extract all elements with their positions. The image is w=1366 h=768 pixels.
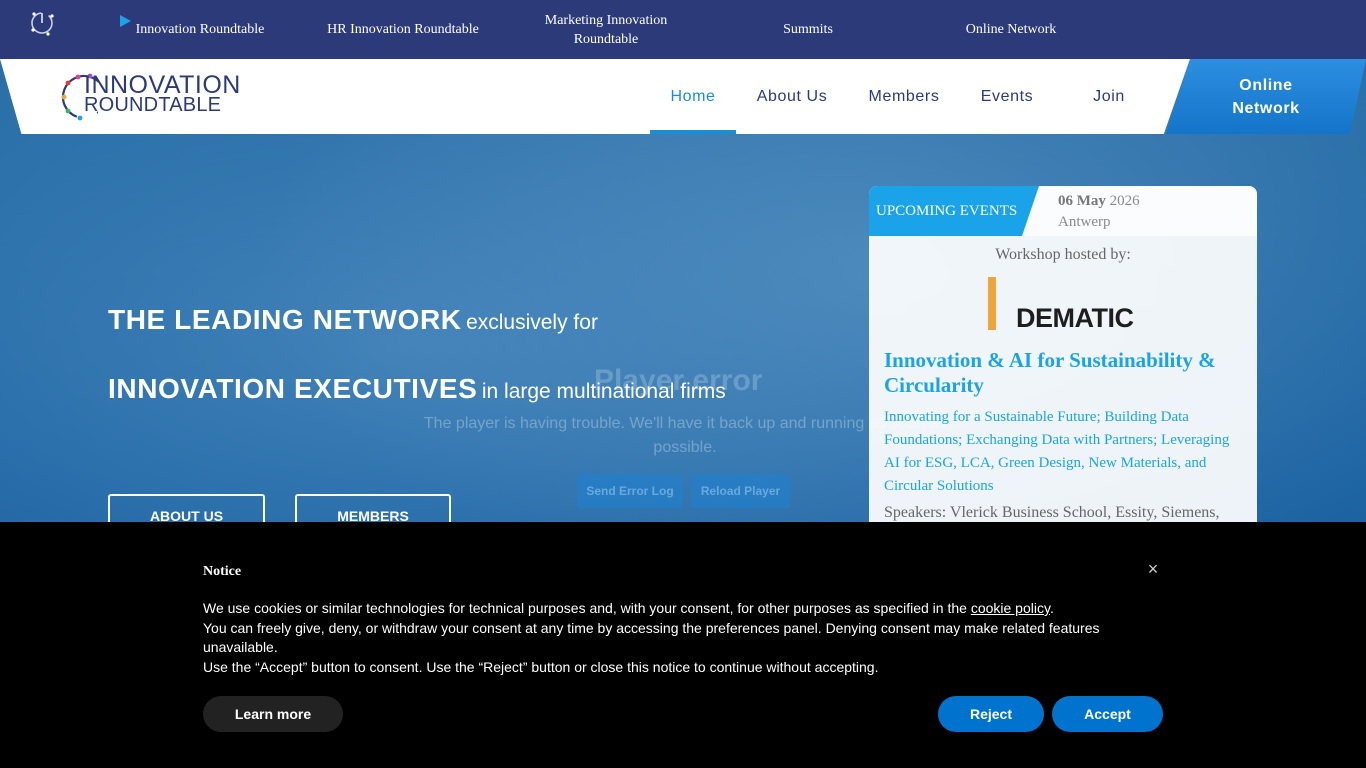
event-location: Antwerp	[1058, 214, 1111, 230]
event-date: 06 May 2026 Antwerp	[1058, 191, 1140, 233]
headline-multinational-firms: in large multinational firms	[481, 380, 726, 403]
nav-members[interactable]: Members	[858, 59, 950, 134]
online-network-line2: Network	[1232, 99, 1300, 117]
cookie-notice-text: We use cookies or similar technologies f…	[203, 599, 1133, 677]
hero-headline-line2: INNOVATION EXECUTIVES in large multinati…	[108, 373, 726, 405]
cookie-text-consent: You can freely give, deny, or withdraw y…	[203, 619, 1100, 656]
nav-home[interactable]: Home	[650, 59, 736, 134]
headline-exclusively-for: exclusively for	[466, 311, 598, 334]
cookie-notice-banner: Notice × We use cookies or similar techn…	[0, 522, 1366, 768]
nav-events[interactable]: Events	[968, 59, 1046, 134]
topbar-item-innovation-roundtable[interactable]: Innovation Roundtable	[132, 0, 268, 59]
event-description[interactable]: Innovating for a Sustainable Future; Bui…	[884, 406, 1246, 498]
site-logo[interactable]: INNOVATION ROUNDTABLE	[58, 66, 240, 126]
nav-about-us[interactable]: About Us	[746, 59, 838, 134]
network-logo-icon[interactable]	[28, 8, 56, 38]
nav-join[interactable]: Join	[1080, 59, 1138, 134]
reload-player-button[interactable]: Reload Player	[691, 474, 790, 508]
event-title[interactable]: Innovation & AI for Sustainability & Cir…	[884, 348, 1244, 398]
event-date-year: 2026	[1109, 193, 1140, 209]
nav-active-underline	[650, 130, 736, 134]
topbar-item-hr-innovation-roundtable[interactable]: HR Innovation Roundtable	[320, 0, 486, 59]
active-indicator-icon	[120, 15, 131, 27]
close-icon[interactable]: ×	[1145, 559, 1161, 579]
dematic-logo-bar	[988, 277, 996, 330]
cookie-text-period: .	[1049, 600, 1054, 616]
upcoming-events-tab: UPCOMING EVENTS	[869, 186, 1039, 236]
cookie-notice-title: Notice	[203, 564, 242, 579]
headline-innovation-executives: INNOVATION EXECUTIVES	[108, 373, 478, 404]
online-network-button[interactable]: Online Network	[1166, 59, 1366, 134]
event-speakers: Speakers: Vlerick Business School, Essit…	[884, 504, 1220, 521]
reject-button[interactable]: Reject	[938, 696, 1044, 732]
logo-word-roundtable: ROUNDTABLE	[84, 94, 222, 116]
topbar-item-summits[interactable]: Summits	[770, 0, 846, 59]
dematic-logo: DEMATIC	[1016, 303, 1134, 333]
topbar-item-online-network[interactable]: Online Network	[958, 0, 1064, 59]
accept-button[interactable]: Accept	[1052, 696, 1163, 732]
send-error-log-button[interactable]: Send Error Log	[577, 474, 683, 508]
workshop-hosted-by: Workshop hosted by:	[995, 246, 1131, 263]
top-network-bar: Innovation Roundtable HR Innovation Roun…	[0, 0, 1366, 59]
hero-headline-line1: THE LEADING NETWORK exclusively for	[108, 304, 598, 336]
upcoming-events-card[interactable]: UPCOMING EVENTS 06 May 2026 Antwerp Work…	[869, 186, 1257, 546]
headline-leading-network: THE LEADING NETWORK	[108, 304, 462, 335]
event-date-day: 06 May	[1058, 193, 1106, 209]
topbar-item-marketing-innovation-roundtable[interactable]: Marketing Innovation Roundtable	[530, 0, 682, 59]
cookie-text-intro: We use cookies or similar technologies f…	[203, 600, 971, 616]
online-network-line1: Online	[1239, 76, 1293, 94]
learn-more-button[interactable]: Learn more	[203, 696, 343, 732]
cookie-policy-link[interactable]: cookie policy	[971, 600, 1050, 616]
cookie-text-buttons: Use the “Accept” button to consent. Use …	[203, 658, 879, 675]
